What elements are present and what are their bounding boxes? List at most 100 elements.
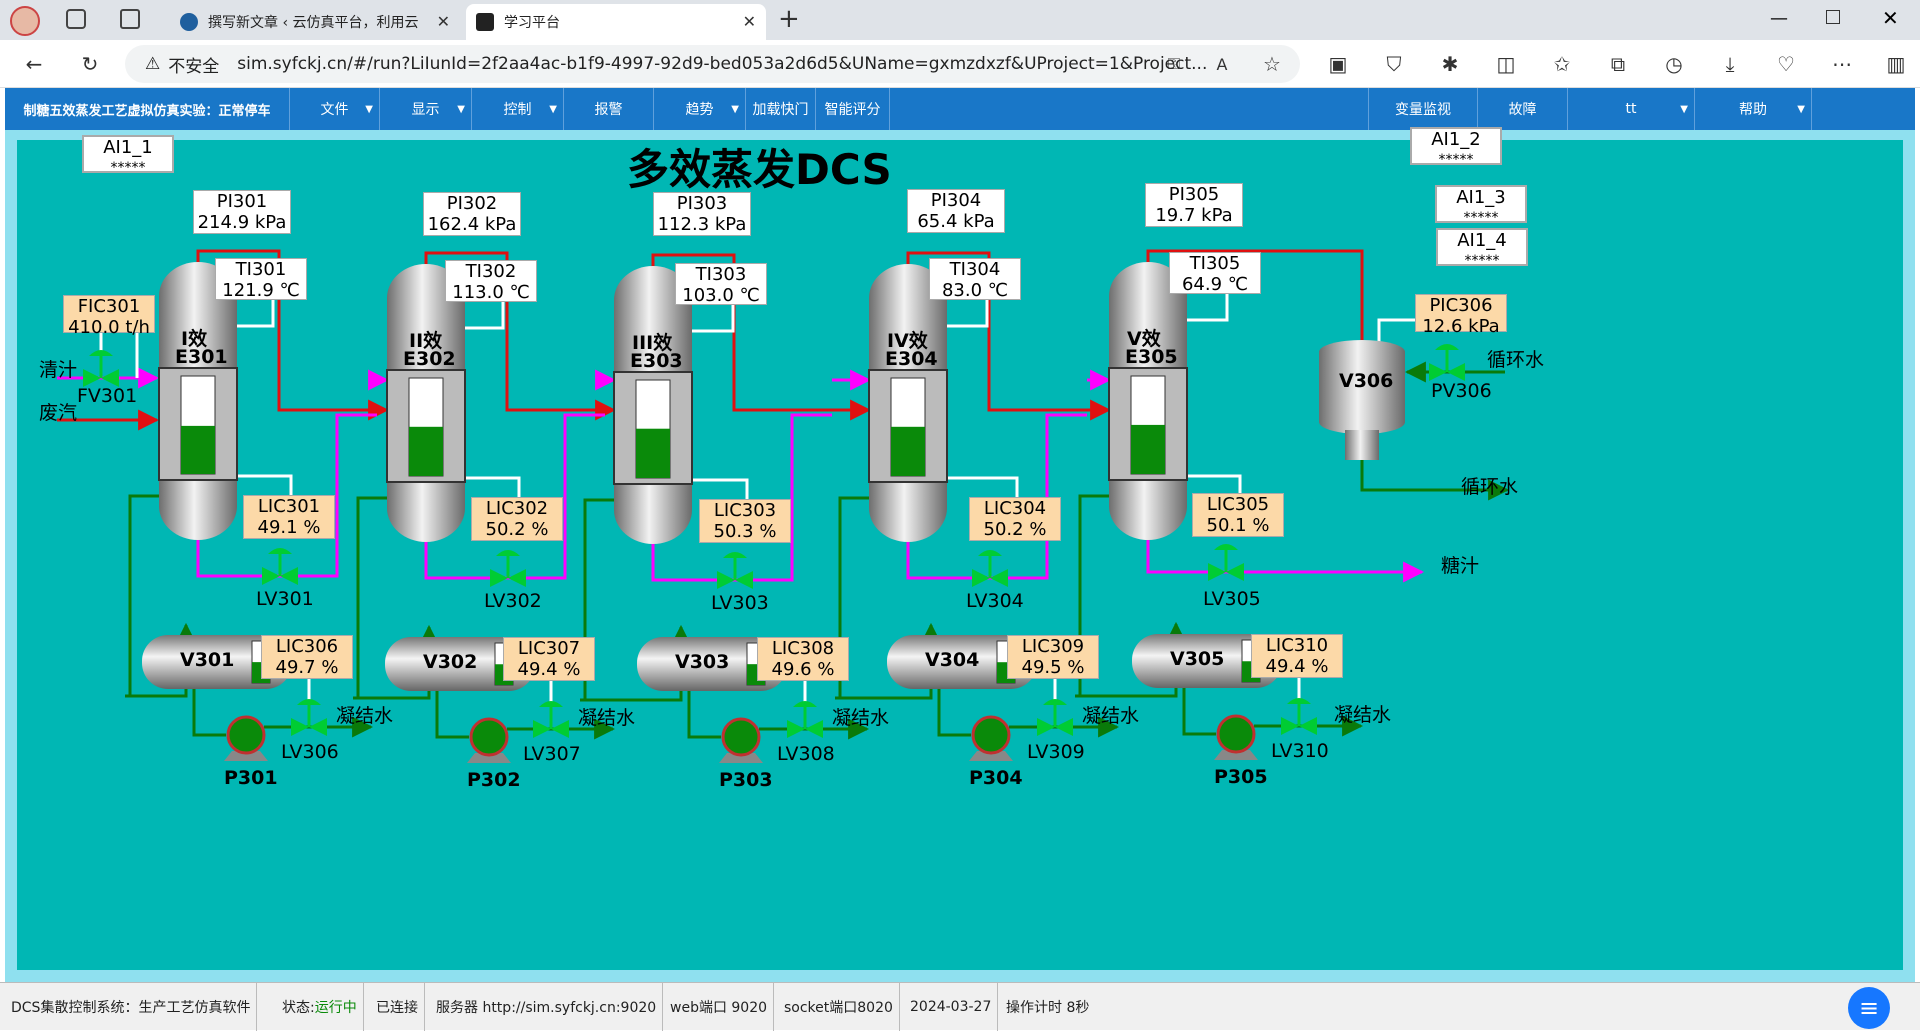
label-LV301[interactable]: LV301 [256, 588, 314, 610]
tab-learning-platform[interactable]: 学习平台 ✕ [466, 4, 766, 40]
menu-alarm[interactable]: 报警 [564, 88, 654, 130]
fic301-box[interactable]: FIC301 410.0 t/h [63, 295, 155, 338]
history-icon[interactable]: ◷ [1658, 48, 1690, 80]
ai-box-3[interactable]: AI1_3 ***** [1435, 185, 1527, 226]
lic-box-LIC301[interactable]: LIC301 49.1 % [243, 495, 335, 539]
valve-LV301[interactable] [262, 548, 298, 585]
profile-avatar[interactable] [10, 6, 40, 36]
minimize-button[interactable]: — [1770, 8, 1788, 29]
chat-menu-icon[interactable]: ≡ [1848, 987, 1890, 1029]
extension-game-icon[interactable]: ▣ [1322, 48, 1354, 80]
tab-actions-icon[interactable] [120, 9, 140, 29]
lic-box-LIC304[interactable]: LIC304 50.2 % [969, 497, 1061, 541]
evaporator-E303[interactable] [613, 266, 693, 544]
close-window-button[interactable]: ✕ [1882, 6, 1899, 30]
label-LV310[interactable]: LV310 [1271, 740, 1329, 762]
pump-P304[interactable] [969, 715, 1013, 761]
pv306-valve[interactable] [1429, 344, 1465, 381]
ti-box-TI301[interactable]: TI301 121.9 ℃ [215, 258, 307, 301]
shield-icon[interactable]: ⛉ [1378, 48, 1410, 80]
split-screen-icon[interactable]: ◫ [1490, 48, 1522, 80]
pump-label-P305[interactable]: P305 [1214, 766, 1268, 788]
pi-box-PI304[interactable]: PI304 65.4 kPa [907, 189, 1005, 233]
pi-box-PI301[interactable]: PI301 214.9 kPa [193, 190, 291, 234]
fv301-valve[interactable] [83, 350, 119, 387]
valve-LV308[interactable] [787, 701, 823, 738]
favorite-star-icon[interactable]: ☆ [1256, 48, 1288, 80]
label-LV303[interactable]: LV303 [711, 592, 769, 614]
lic-box-LIC302[interactable]: LIC302 50.2 % [471, 497, 563, 541]
lic-box-LIC303[interactable]: LIC303 50.3 % [699, 499, 791, 543]
back-icon[interactable]: ← [18, 48, 50, 80]
ti-box-TI302[interactable]: TI302 113.0 ℃ [445, 260, 537, 303]
pump-label-P302[interactable]: P302 [467, 769, 521, 791]
menu-variable-monitor[interactable]: 变量监视 [1368, 88, 1478, 130]
lic-box-LIC307[interactable]: LIC307 49.4 % [503, 637, 595, 681]
pump-label-P304[interactable]: P304 [969, 767, 1023, 789]
pi-box-PI303[interactable]: PI303 112.3 kPa [653, 192, 751, 236]
ti-box-TI305[interactable]: TI305 64.9 ℃ [1169, 252, 1261, 295]
maximize-button[interactable] [1826, 10, 1840, 24]
new-tab-button[interactable]: + [778, 4, 800, 34]
label-LV302[interactable]: LV302 [484, 590, 542, 612]
condenser-V306[interactable] [1319, 340, 1405, 460]
sidebar-icon[interactable]: ▥ [1880, 48, 1912, 80]
pump-label-P301[interactable]: P301 [224, 767, 278, 789]
label-LV304[interactable]: LV304 [966, 590, 1024, 612]
ti-box-TI304[interactable]: TI304 83.0 ℃ [929, 258, 1021, 301]
url-field[interactable]: ⚠ 不安全 sim.syfckj.cn/#/run?LiIunId=2f2aa4… [125, 45, 1300, 83]
workspaces-icon[interactable] [66, 9, 86, 29]
valve-LV302[interactable] [490, 550, 526, 587]
more-menu-icon[interactable]: ⋯ [1826, 48, 1858, 80]
menu-smart-score[interactable]: 智能评分 [816, 88, 890, 130]
valve-LV310[interactable] [1281, 698, 1317, 735]
valve-LV304[interactable] [972, 550, 1008, 587]
menu-control[interactable]: 控制 ▼ [472, 88, 564, 130]
pic306-box[interactable]: PIC306 12.6 kPa [1415, 294, 1507, 337]
close-tab-icon[interactable]: ✕ [743, 12, 756, 31]
evaporator-E301[interactable] [158, 262, 238, 540]
performance-icon[interactable]: ♡ [1770, 48, 1802, 80]
fv301-label[interactable]: FV301 [77, 385, 137, 407]
tab-wordpress[interactable]: 撰写新文章 ‹ 云仿真平台，利用云 ✕ [170, 4, 460, 40]
pump-P302[interactable] [467, 717, 511, 763]
collections-icon[interactable]: ⧉ [1602, 48, 1634, 80]
evaporator-E302[interactable] [386, 264, 466, 542]
valve-LV307[interactable] [533, 701, 569, 738]
evaporator-E304[interactable] [868, 264, 948, 542]
pv306-label[interactable]: PV306 [1431, 380, 1492, 402]
extensions-puzzle-icon[interactable]: ✱ [1434, 48, 1466, 80]
label-LV309[interactable]: LV309 [1027, 741, 1085, 763]
lic-box-LIC308[interactable]: LIC308 49.6 % [757, 637, 849, 681]
pump-P305[interactable] [1214, 714, 1258, 760]
label-LV307[interactable]: LV307 [523, 743, 581, 765]
pump-label-P303[interactable]: P303 [719, 769, 773, 791]
reload-icon[interactable]: ↻ [74, 48, 106, 80]
download-icon[interactable]: ⤓ [1714, 48, 1746, 80]
valve-LV303[interactable] [717, 552, 753, 589]
ai-box-4[interactable]: AI1_4 ***** [1436, 228, 1528, 269]
menu-display[interactable]: 显示 ▼ [380, 88, 472, 130]
menu-file[interactable]: 文件 ▼ [290, 88, 380, 130]
ti-box-TI303[interactable]: TI303 103.0 ℃ [675, 263, 767, 306]
menu-fault[interactable]: 故障 [1478, 88, 1568, 130]
ai-box-2[interactable]: AI1_2 ***** [1410, 127, 1502, 168]
menu-help[interactable]: 帮助 ▼ [1695, 88, 1812, 130]
valve-LV309[interactable] [1037, 699, 1073, 736]
favorites-icon[interactable]: ✩ [1546, 48, 1578, 80]
lic-box-LIC306[interactable]: LIC306 49.7 % [261, 635, 353, 679]
ai-box-1[interactable]: AI1_1 ***** [82, 135, 174, 176]
label-LV306[interactable]: LV306 [281, 741, 339, 763]
menu-load-snapshot[interactable]: 加载快门 [746, 88, 816, 130]
lic-box-LIC310[interactable]: LIC310 49.4 % [1251, 634, 1343, 678]
label-LV308[interactable]: LV308 [777, 743, 835, 765]
pump-P303[interactable] [719, 717, 763, 763]
evaporator-E305[interactable] [1108, 262, 1188, 540]
valve-LV305[interactable] [1208, 544, 1244, 581]
lic-box-LIC305[interactable]: LIC305 50.1 % [1192, 493, 1284, 537]
menu-trend[interactable]: 趋势 ▼ [654, 88, 746, 130]
menu-tt[interactable]: tt ▼ [1568, 88, 1695, 130]
close-tab-icon[interactable]: ✕ [437, 12, 450, 31]
valve-LV306[interactable] [291, 699, 327, 736]
pi-box-PI302[interactable]: PI302 162.4 kPa [423, 192, 521, 236]
